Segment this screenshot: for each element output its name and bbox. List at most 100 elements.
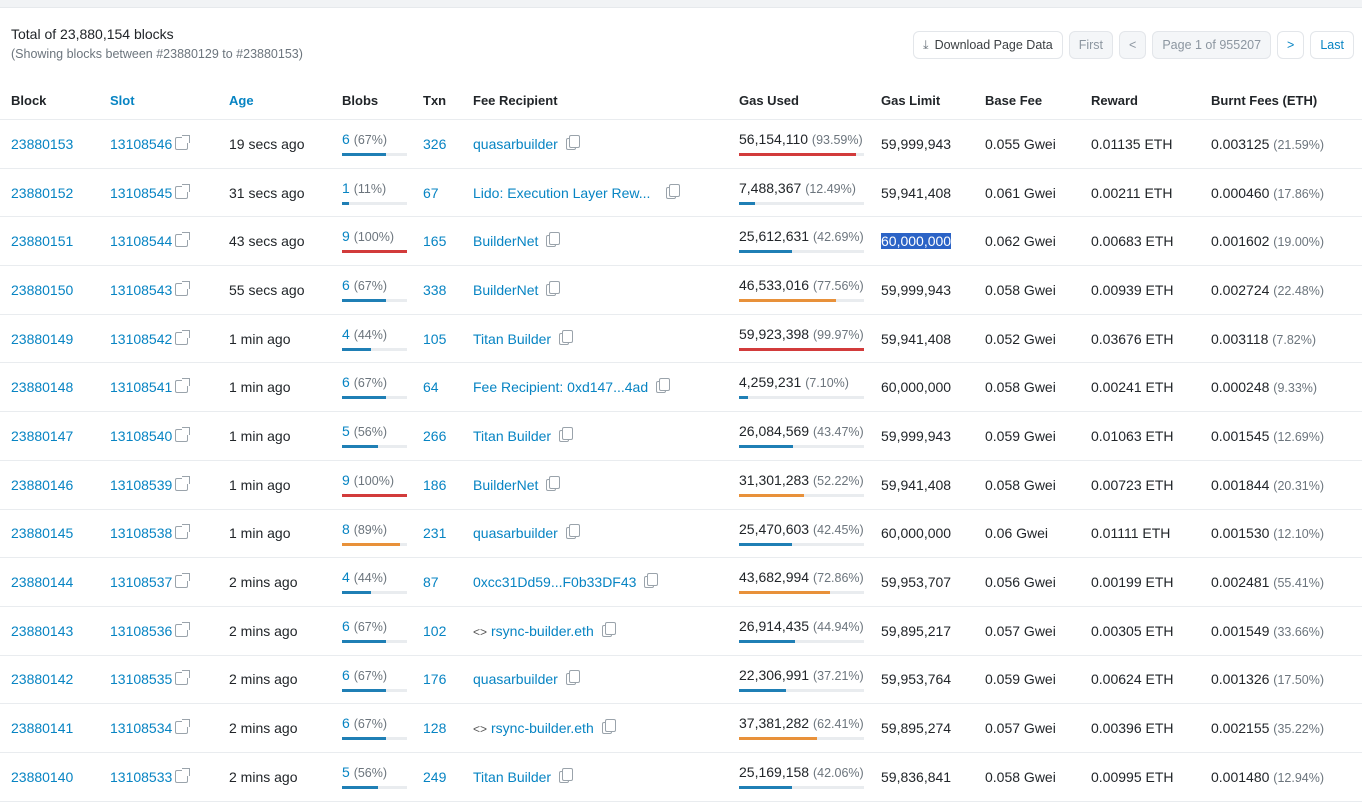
blobs-count[interactable]: 6 (342, 374, 350, 390)
external-link-icon[interactable] (175, 524, 191, 540)
copy-icon[interactable] (565, 670, 580, 686)
blobs-count[interactable]: 8 (342, 521, 350, 537)
external-link-icon[interactable] (175, 475, 191, 491)
blobs-count[interactable]: 5 (342, 423, 350, 439)
block-link[interactable]: 23880140 (11, 769, 73, 785)
txn-count-link[interactable]: 105 (423, 331, 446, 347)
slot-link[interactable]: 13108534 (110, 720, 172, 736)
external-link-icon[interactable] (175, 621, 191, 637)
block-link[interactable]: 23880141 (11, 720, 73, 736)
txn-count-link[interactable]: 326 (423, 136, 446, 152)
txn-count-link[interactable]: 64 (423, 379, 439, 395)
block-link[interactable]: 23880144 (11, 574, 73, 590)
external-link-icon[interactable] (175, 280, 191, 296)
blobs-count[interactable]: 6 (342, 131, 350, 147)
blobs-count[interactable]: 6 (342, 618, 350, 634)
fee-recipient-link[interactable]: BuilderNet (473, 233, 538, 249)
slot-link[interactable]: 13108544 (110, 233, 172, 249)
txn-count-link[interactable]: 87 (423, 574, 439, 590)
txn-count-link[interactable]: 338 (423, 282, 446, 298)
fee-recipient-link[interactable]: 0xcc31Dd59...F0b33DF43 (473, 574, 636, 590)
slot-link[interactable]: 13108546 (110, 136, 172, 152)
download-page-data-button[interactable]: ⤓ Download Page Data (913, 31, 1063, 59)
blobs-count[interactable]: 6 (342, 715, 350, 731)
slot-link[interactable]: 13108541 (110, 379, 172, 395)
fee-recipient-link[interactable]: BuilderNet (473, 477, 538, 493)
copy-icon[interactable] (601, 719, 616, 735)
txn-count-link[interactable]: 176 (423, 671, 446, 687)
txn-count-link[interactable]: 102 (423, 623, 446, 639)
external-link-icon[interactable] (175, 378, 191, 394)
txn-count-link[interactable]: 67 (423, 185, 439, 201)
block-link[interactable]: 23880153 (11, 136, 73, 152)
fee-recipient-link[interactable]: quasarbuilder (473, 136, 558, 152)
fee-recipient-link[interactable]: rsync-builder.eth (491, 623, 594, 639)
header-age[interactable]: Age (229, 93, 254, 108)
block-link[interactable]: 23880148 (11, 379, 73, 395)
block-link[interactable]: 23880149 (11, 331, 73, 347)
block-link[interactable]: 23880151 (11, 233, 73, 249)
fee-recipient-link[interactable]: Titan Builder (473, 769, 551, 785)
copy-icon[interactable] (565, 134, 580, 150)
copy-icon[interactable] (559, 426, 574, 442)
txn-count-link[interactable]: 266 (423, 428, 446, 444)
external-link-icon[interactable] (175, 670, 191, 686)
block-link[interactable]: 23880142 (11, 671, 73, 687)
blobs-count[interactable]: 9 (342, 472, 350, 488)
slot-link[interactable]: 13108536 (110, 623, 172, 639)
first-page-button[interactable]: First (1068, 31, 1114, 59)
fee-recipient-link[interactable]: Titan Builder (473, 428, 551, 444)
block-link[interactable]: 23880152 (11, 185, 73, 201)
slot-link[interactable]: 13108545 (110, 185, 172, 201)
block-link[interactable]: 23880147 (11, 428, 73, 444)
blobs-count[interactable]: 4 (342, 569, 350, 585)
copy-icon[interactable] (546, 475, 561, 491)
slot-link[interactable]: 13108535 (110, 671, 172, 687)
block-link[interactable]: 23880146 (11, 477, 73, 493)
slot-link[interactable]: 13108533 (110, 769, 172, 785)
copy-icon[interactable] (565, 524, 580, 540)
block-link[interactable]: 23880145 (11, 525, 73, 541)
fee-recipient-link[interactable]: quasarbuilder (473, 671, 558, 687)
blobs-count[interactable]: 6 (342, 667, 350, 683)
blobs-count[interactable]: 9 (342, 228, 350, 244)
slot-link[interactable]: 13108540 (110, 428, 172, 444)
blobs-count[interactable]: 5 (342, 764, 350, 780)
txn-count-link[interactable]: 165 (423, 233, 446, 249)
copy-icon[interactable] (666, 183, 681, 199)
external-link-icon[interactable] (175, 719, 191, 735)
copy-icon[interactable] (559, 767, 574, 783)
blobs-count[interactable]: 6 (342, 277, 350, 293)
last-page-button[interactable]: Last (1310, 31, 1354, 59)
external-link-icon[interactable] (175, 426, 191, 442)
slot-link[interactable]: 13108538 (110, 525, 172, 541)
external-link-icon[interactable] (175, 767, 191, 783)
fee-recipient-link[interactable]: rsync-builder.eth (491, 720, 594, 736)
copy-icon[interactable] (559, 329, 574, 345)
fee-recipient-link[interactable]: Titan Builder (473, 331, 551, 347)
external-link-icon[interactable] (175, 573, 191, 589)
header-slot[interactable]: Slot (110, 93, 135, 108)
external-link-icon[interactable] (175, 183, 191, 199)
txn-count-link[interactable]: 231 (423, 525, 446, 541)
copy-icon[interactable] (546, 232, 561, 248)
copy-icon[interactable] (656, 378, 671, 394)
fee-recipient-link[interactable]: Fee Recipient: 0xd147...4ad (473, 379, 648, 395)
blobs-count[interactable]: 1 (342, 180, 350, 196)
fee-recipient-link[interactable]: BuilderNet (473, 282, 538, 298)
copy-icon[interactable] (644, 573, 659, 589)
fee-recipient-link[interactable]: quasarbuilder (473, 525, 558, 541)
slot-link[interactable]: 13108537 (110, 574, 172, 590)
block-link[interactable]: 23880143 (11, 623, 73, 639)
external-link-icon[interactable] (175, 232, 191, 248)
slot-link[interactable]: 13108543 (110, 282, 172, 298)
next-page-button[interactable]: > (1277, 31, 1305, 59)
copy-icon[interactable] (601, 621, 616, 637)
txn-count-link[interactable]: 186 (423, 477, 446, 493)
fee-recipient-link[interactable]: Lido: Execution Layer Rew... (473, 185, 650, 201)
slot-link[interactable]: 13108539 (110, 477, 172, 493)
blobs-count[interactable]: 4 (342, 326, 350, 342)
slot-link[interactable]: 13108542 (110, 331, 172, 347)
prev-page-button[interactable]: < (1119, 31, 1147, 59)
external-link-icon[interactable] (175, 329, 191, 345)
